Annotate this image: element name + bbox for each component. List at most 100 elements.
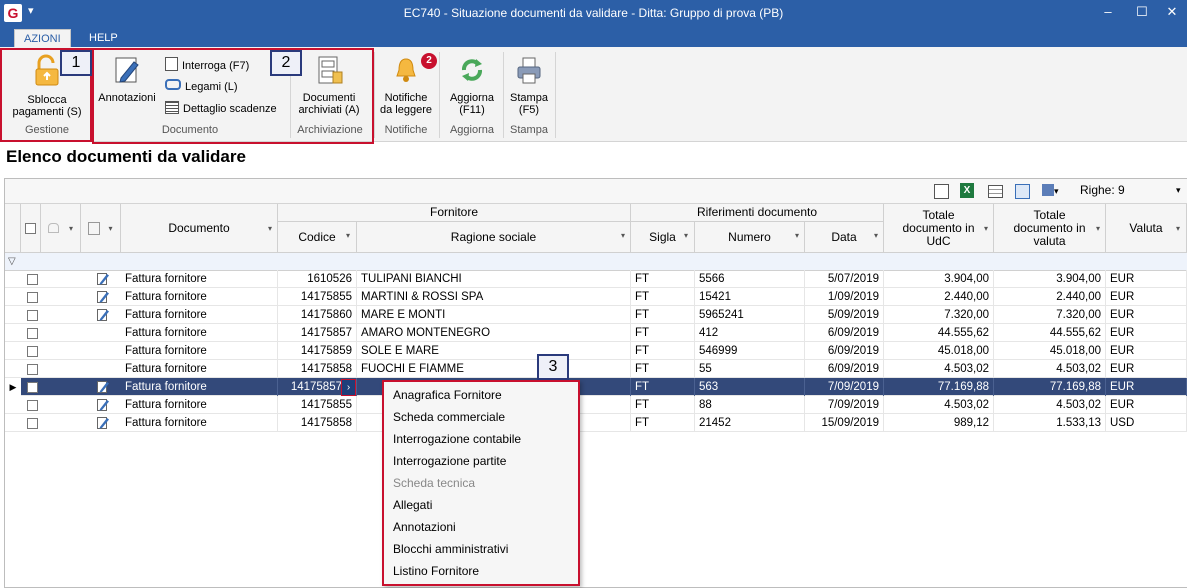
- select-all-header[interactable]: [21, 204, 41, 253]
- cell-documento: Fattura fornitore: [121, 378, 278, 396]
- cell-ragione-sociale: FUOCHI E FIAMME: [357, 360, 631, 378]
- row-checkbox[interactable]: [27, 364, 38, 375]
- context-menu: Anagrafica Fornitore Scheda commerciale In…: [382, 380, 580, 586]
- context-menu-item[interactable]: Anagrafica Fornitore: [393, 387, 502, 403]
- table-row[interactable]: Fattura fornitore 14175860 MARE E MONTI FT 5…: [5, 306, 1187, 324]
- cell-numero: 546999: [695, 342, 805, 360]
- cell-sigla: FT: [631, 342, 695, 360]
- minimize-button[interactable]: –: [1098, 4, 1118, 19]
- tab-help[interactable]: HELP: [80, 29, 127, 47]
- filter-row[interactable]: [5, 253, 1187, 271]
- row-checkbox[interactable]: [27, 328, 38, 339]
- row-checkbox[interactable]: [27, 382, 38, 393]
- table-row[interactable]: ▶ Fattura fornitore 14175857 › FT 563 7/09/201…: [5, 378, 1187, 396]
- column-menu-icon[interactable]: ▾: [684, 231, 688, 240]
- cell-totale-udc: 44.555,62: [884, 324, 994, 342]
- column-header-numero[interactable]: Numero: [695, 222, 805, 253]
- callout-frame-2: [92, 48, 374, 144]
- context-menu-item[interactable]: Interrogazione contabile: [393, 431, 521, 447]
- row-count-dropdown-icon[interactable]: ▾: [1176, 185, 1181, 196]
- row-checkbox[interactable]: [27, 274, 38, 285]
- row-checkbox[interactable]: [27, 400, 38, 411]
- cell-data: 6/09/2019: [805, 360, 884, 378]
- select-all-checkbox[interactable]: [25, 222, 36, 234]
- cell-sigla: FT: [631, 414, 695, 432]
- row-detail-menu-button[interactable]: ›: [341, 379, 356, 396]
- column-header-documento[interactable]: Documento: [121, 204, 278, 253]
- tab-azioni[interactable]: AZIONI: [14, 29, 71, 48]
- cell-numero: 412: [695, 324, 805, 342]
- context-menu-item[interactable]: Blocchi amministrativi: [393, 541, 508, 557]
- context-menu-item[interactable]: Scheda commerciale: [393, 409, 505, 425]
- group-header-riferimenti: Riferimenti documento: [631, 204, 884, 222]
- context-menu-item[interactable]: Annotazioni: [393, 519, 456, 535]
- table-row[interactable]: Fattura fornitore 14175855 MARTINI & ROSSI…: [5, 288, 1187, 306]
- row-checkbox[interactable]: [27, 310, 38, 321]
- cell-sigla: FT: [631, 360, 695, 378]
- group-label-stampa: Stampa: [510, 124, 548, 136]
- column-chooser-icon[interactable]: [1015, 184, 1030, 199]
- cell-valuta: EUR: [1106, 270, 1187, 288]
- notifiche-line2: da leggere: [380, 104, 432, 116]
- annotation-pencil-icon[interactable]: [97, 380, 109, 393]
- column-menu-icon[interactable]: ▾: [1176, 224, 1180, 233]
- table-row[interactable]: Fattura fornitore 14175858 FT 21452 15/09/20…: [5, 414, 1187, 432]
- table-row[interactable]: Fattura fornitore 14175857 AMARO MONTENEGR…: [5, 324, 1187, 342]
- filter-funnel-icon[interactable]: ▽: [8, 256, 16, 267]
- column-header-data[interactable]: Data: [805, 222, 884, 253]
- cell-valuta: EUR: [1106, 378, 1187, 396]
- column-menu-icon[interactable]: ▾: [874, 231, 878, 240]
- ribbon-separator: [439, 52, 440, 138]
- column-menu-icon[interactable]: ▾: [1096, 224, 1100, 233]
- cell-ragione-sociale: AMARO MONTENEGRO: [357, 324, 631, 342]
- column-menu-icon[interactable]: ▾: [346, 231, 350, 240]
- quick-access-dropdown-icon[interactable]: ▾: [28, 4, 34, 17]
- context-menu-item[interactable]: Allegati: [393, 497, 432, 513]
- aggiorna-button[interactable]: Aggiorna (F11): [443, 54, 501, 120]
- context-menu-item[interactable]: Interrogazione partite: [393, 453, 506, 469]
- cell-totale-udc: 45.018,00: [884, 342, 994, 360]
- table-row[interactable]: Fattura fornitore 14175855 FT 88 7/09/2019 4.…: [5, 396, 1187, 414]
- row-checkbox[interactable]: [27, 418, 38, 429]
- context-menu-item[interactable]: Scheda tecnica: [393, 475, 475, 491]
- column-menu-icon[interactable]: ▾: [69, 222, 73, 235]
- excel-export-icon[interactable]: X: [960, 183, 974, 198]
- row-checkbox[interactable]: [27, 292, 38, 303]
- column-header-totale-udc[interactable]: Totale documento in UdC: [884, 204, 994, 253]
- column-menu-icon[interactable]: ▾: [108, 222, 112, 235]
- column-menu-icon[interactable]: ▾: [795, 231, 799, 240]
- row-checkbox[interactable]: [27, 346, 38, 357]
- column-header-valuta[interactable]: Valuta: [1106, 204, 1187, 253]
- row-count-label: Righe: 9: [1080, 183, 1125, 197]
- cell-data: 7/09/2019: [805, 396, 884, 414]
- column-header-totale-valuta[interactable]: Totale documento in valuta: [994, 204, 1106, 253]
- cell-totale-udc: 77.169,88: [884, 378, 994, 396]
- close-button[interactable]: ✕: [1162, 4, 1182, 20]
- context-menu-item[interactable]: Listino Fornitore: [393, 563, 479, 579]
- table-row[interactable]: Fattura fornitore 14175859 SOLE E MARE FT 54…: [5, 342, 1187, 360]
- maximize-button[interactable]: ☐: [1132, 4, 1152, 20]
- column-menu-icon[interactable]: ▾: [268, 224, 272, 233]
- cell-valuta: EUR: [1106, 396, 1187, 414]
- annotation-pencil-icon[interactable]: [97, 308, 109, 321]
- cell-valuta: EUR: [1106, 324, 1187, 342]
- column-header-ragione-sociale[interactable]: Ragione sociale: [357, 222, 631, 253]
- export-icon[interactable]: [934, 184, 949, 199]
- annotation-column-header[interactable]: ▾: [81, 204, 121, 253]
- annotation-pencil-icon[interactable]: [97, 398, 109, 411]
- lock-column-header[interactable]: ▾: [41, 204, 81, 253]
- lock-icon: [47, 223, 59, 233]
- grid-layout-icon[interactable]: [988, 185, 1003, 198]
- cell-ragione-sociale: MARTINI & ROSSI SPA: [357, 288, 631, 306]
- cell-totale-valuta: 1.533,13: [994, 414, 1106, 432]
- table-row[interactable]: Fattura fornitore 14175858 FUOCHI E FIAMME…: [5, 360, 1187, 378]
- callout-number-3: 3: [537, 354, 569, 380]
- column-menu-icon[interactable]: ▾: [621, 231, 625, 240]
- stampa-button[interactable]: Stampa (F5): [506, 54, 552, 120]
- annotation-pencil-icon[interactable]: [97, 416, 109, 429]
- table-row[interactable]: Fattura fornitore 1610526 TULIPANI BIANCHI…: [5, 270, 1187, 288]
- column-menu-icon[interactable]: ▾: [984, 224, 988, 233]
- filter-options-icon[interactable]: ▾: [1042, 184, 1064, 197]
- annotation-pencil-icon[interactable]: [97, 272, 109, 285]
- annotation-pencil-icon[interactable]: [97, 290, 109, 303]
